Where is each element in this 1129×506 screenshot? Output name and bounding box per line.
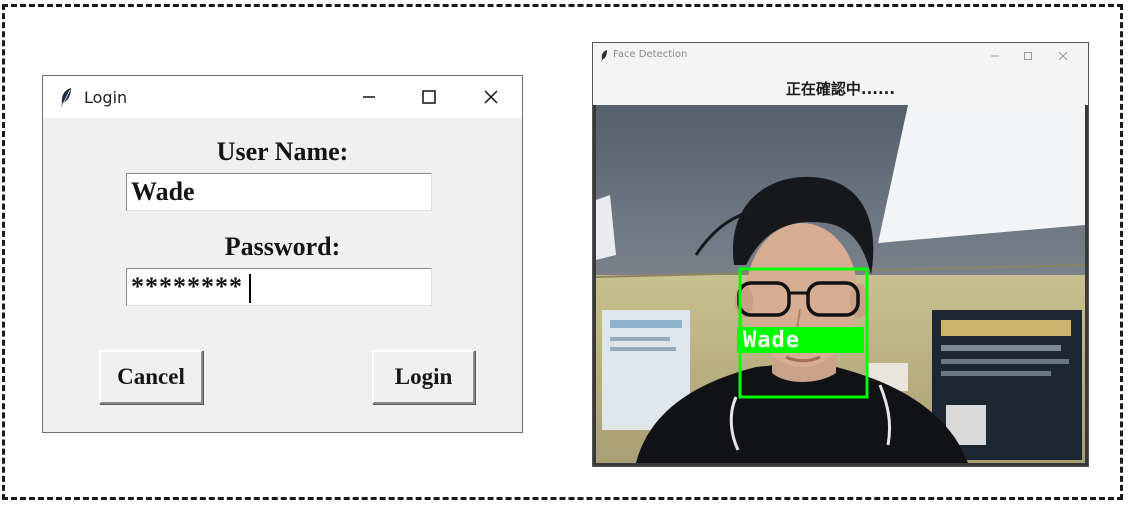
text-caret xyxy=(249,274,251,303)
status-text: 正在確認中...... xyxy=(785,80,896,98)
login-titlebar: Login xyxy=(43,76,522,118)
username-field[interactable] xyxy=(126,173,432,211)
camera-feed xyxy=(596,105,1085,463)
detected-name: Wade xyxy=(743,328,800,353)
minimize-icon[interactable] xyxy=(987,48,1003,64)
window-title: Login xyxy=(84,88,128,107)
password-label: Password: xyxy=(224,232,341,261)
status-bar: 正在確認中...... xyxy=(593,69,1088,105)
login-button[interactable]: Login xyxy=(372,350,475,404)
maximize-icon[interactable] xyxy=(1020,48,1036,64)
face-titlebar: Face Detection xyxy=(593,43,1088,69)
maximize-icon[interactable] xyxy=(414,84,444,110)
login-window: Login User Name: Password: Cancel Login xyxy=(42,75,523,433)
username-label: User Name: xyxy=(216,137,349,166)
close-icon[interactable] xyxy=(476,84,506,110)
face-detection-window: Face Detection 正在確認中...... Wade xyxy=(592,42,1089,467)
password-field[interactable] xyxy=(126,268,432,306)
minimize-icon[interactable] xyxy=(354,84,384,110)
feather-icon xyxy=(59,87,73,109)
feather-icon xyxy=(600,49,608,63)
face-window-title: Face Detection xyxy=(613,49,688,60)
cancel-button[interactable]: Cancel xyxy=(99,350,203,404)
close-icon[interactable] xyxy=(1055,48,1071,64)
